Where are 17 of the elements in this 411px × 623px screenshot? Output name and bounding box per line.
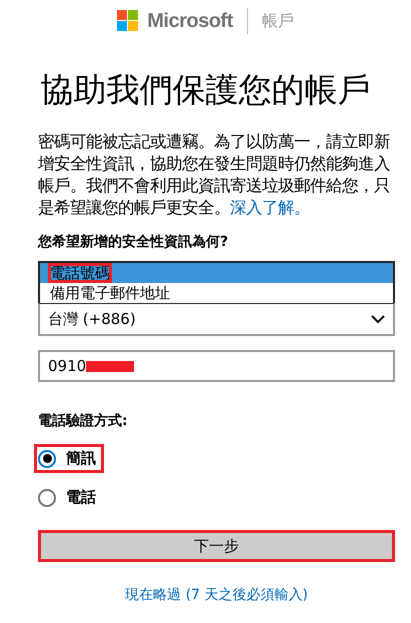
microsoft-logo-icon: [117, 10, 140, 32]
dropdown-option[interactable]: 備用電子郵件地址: [40, 283, 393, 303]
radio-option[interactable]: 電話: [34, 483, 104, 512]
method-label: 電話驗證方式:: [38, 412, 129, 430]
next-button[interactable]: 下一步: [38, 530, 395, 562]
chevron-down-icon: [371, 314, 385, 324]
skip-link[interactable]: 現在略過 (7 天之後必須輸入): [38, 586, 395, 604]
question-label: 您希望新增的安全性資訊為何?: [38, 233, 230, 251]
country-select[interactable]: 台灣 (+886): [38, 303, 395, 336]
brand-name: Microsoft: [147, 10, 233, 32]
radio-option[interactable]: 簡訊: [34, 444, 104, 473]
intro-text: 密碼可能被忘記或遭竊。為了以防萬一，請立即新增安全性資訊，協助您在發生問題時仍然能夠進入帳戶。我們不會利用此資訊寄送垃圾郵件給您，只是希望讓您的帳戶更安全。深入了解。: [38, 131, 391, 219]
phone-field[interactable]: 0910: [38, 350, 395, 382]
learn-more-link[interactable]: 深入了解。: [230, 198, 310, 217]
section-name: 帳戶: [262, 10, 294, 32]
page-title: 協助我們保護您的帳戶: [40, 69, 372, 111]
dropdown-option[interactable]: 電話號碼: [40, 263, 393, 283]
